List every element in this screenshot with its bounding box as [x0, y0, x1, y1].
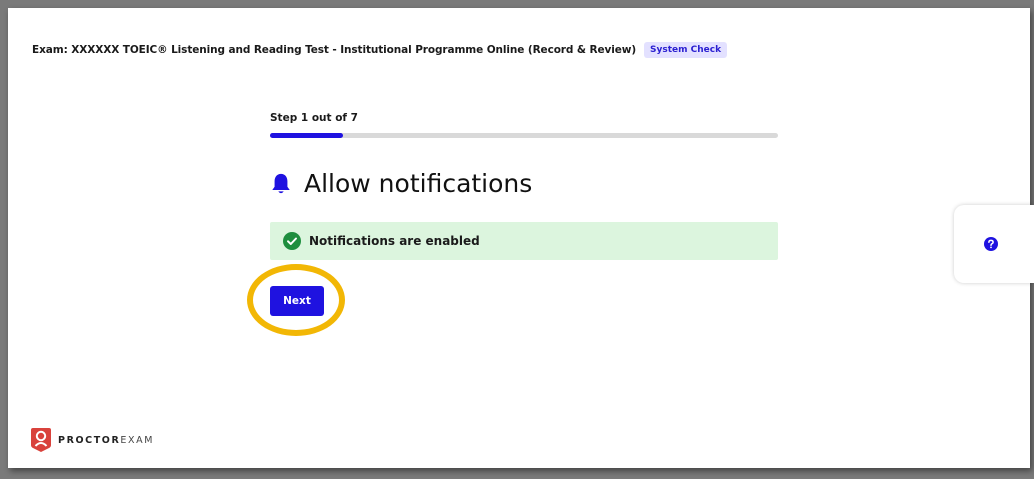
step-heading: Allow notifications — [270, 169, 778, 198]
proctorexam-logo-icon — [31, 428, 51, 452]
status-message: Notifications are enabled — [309, 234, 480, 248]
brand-name: PROCTOREXAM — [58, 434, 155, 446]
exam-header: Exam: XXXXXX TOEIC® Listening and Readin… — [32, 42, 728, 58]
step-label: Step 1 out of 7 — [270, 112, 358, 124]
step-progress-fill — [270, 133, 343, 138]
help-panel[interactable] — [954, 205, 1034, 283]
wizard-step: Step 1 out of 7 Allow notifications Noti… — [270, 112, 778, 260]
proctorexam-logo: PROCTOREXAM — [30, 427, 154, 453]
bell-icon — [272, 173, 290, 193]
exam-title: Exam: XXXXXX TOEIC® Listening and Readin… — [32, 44, 637, 56]
question-circle-icon[interactable] — [984, 237, 998, 251]
check-circle-icon — [283, 232, 301, 250]
step-progress-bar — [270, 133, 778, 138]
system-check-badge: System Check — [644, 42, 728, 58]
page-title: Allow notifications — [304, 169, 533, 198]
notifications-status-banner: Notifications are enabled — [270, 222, 778, 260]
next-button[interactable]: Next — [270, 286, 324, 316]
